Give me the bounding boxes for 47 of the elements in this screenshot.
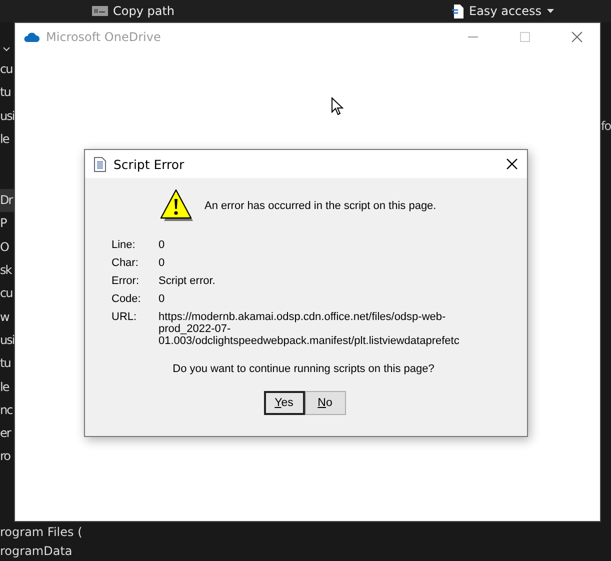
field-label: Code:: [112, 293, 142, 305]
field-value: https://modernb.akamai.odsp.cdn.office.net/files/odsp-web-prod_2022-07-01.003/odclightspeedwebpack.manifest/plt.listviewdataprefetc: [158, 311, 460, 347]
field-label: Char:: [112, 257, 140, 269]
sidebar-item[interactable]: Dr: [0, 189, 14, 212]
window-title: Microsoft OneDrive: [46, 30, 161, 44]
field-value: 0: [158, 239, 166, 251]
sidebar-item[interactable]: usi: [0, 328, 14, 352]
pointer-icon: [331, 97, 344, 116]
ribbon-button[interactable]: Copy path: [113, 4, 175, 18]
sidebar-item[interactable]: nc: [0, 398, 14, 422]
sidebar-item[interactable]: rogramData: [0, 542, 72, 561]
sidebar-item[interactable]: usi: [0, 104, 14, 128]
warning-icon: [158, 189, 194, 223]
no-button[interactable]: No: [304, 391, 346, 415]
maximize-icon: [519, 31, 531, 43]
sidebar-item[interactable]: w: [0, 306, 14, 329]
sidebar-item[interactable]: tu: [0, 352, 14, 376]
chevron-icon: [3, 47, 10, 52]
sidebar-item[interactable]: le: [0, 128, 14, 152]
caret-icon: [546, 9, 554, 13]
sidebar-item[interactable]: cu: [0, 58, 14, 82]
sidebar-item[interactable]: rogram Files (: [0, 523, 82, 542]
field-value: Script error.: [158, 275, 216, 287]
field-value: 0: [158, 293, 166, 305]
document-icon: [452, 4, 464, 18]
yes-button[interactable]: Yes: [264, 391, 304, 415]
field-label: Line:: [112, 239, 136, 251]
dialog-title: Script Error: [114, 156, 184, 172]
close-icon: [571, 31, 583, 43]
field-value: 0: [158, 257, 166, 269]
sidebar-item[interactable]: tu: [0, 81, 14, 105]
sidebar-item[interactable]: le: [0, 376, 14, 399]
close-icon: [506, 158, 518, 170]
sidebar-item[interactable]: cu: [0, 282, 14, 306]
sidebar-item[interactable]: er: [0, 422, 14, 446]
ribbon-button[interactable]: Easy access: [469, 4, 542, 18]
cloud-icon: [24, 32, 40, 42]
document-icon: [94, 156, 106, 172]
sidebar-item[interactable]: O: [0, 236, 14, 260]
file-label: fo: [601, 119, 611, 133]
error-message: An error has occurred in the script on this page.: [204, 200, 436, 212]
sidebar-item[interactable]: ro: [0, 445, 14, 469]
field-label: URL:: [112, 311, 138, 325]
sidebar-item[interactable]: sk: [0, 259, 14, 282]
field-label: Error:: [112, 275, 140, 287]
question-text: Do you want to continue running scripts on this page?: [172, 363, 436, 375]
sidebar-item[interactable]: P: [0, 212, 14, 236]
